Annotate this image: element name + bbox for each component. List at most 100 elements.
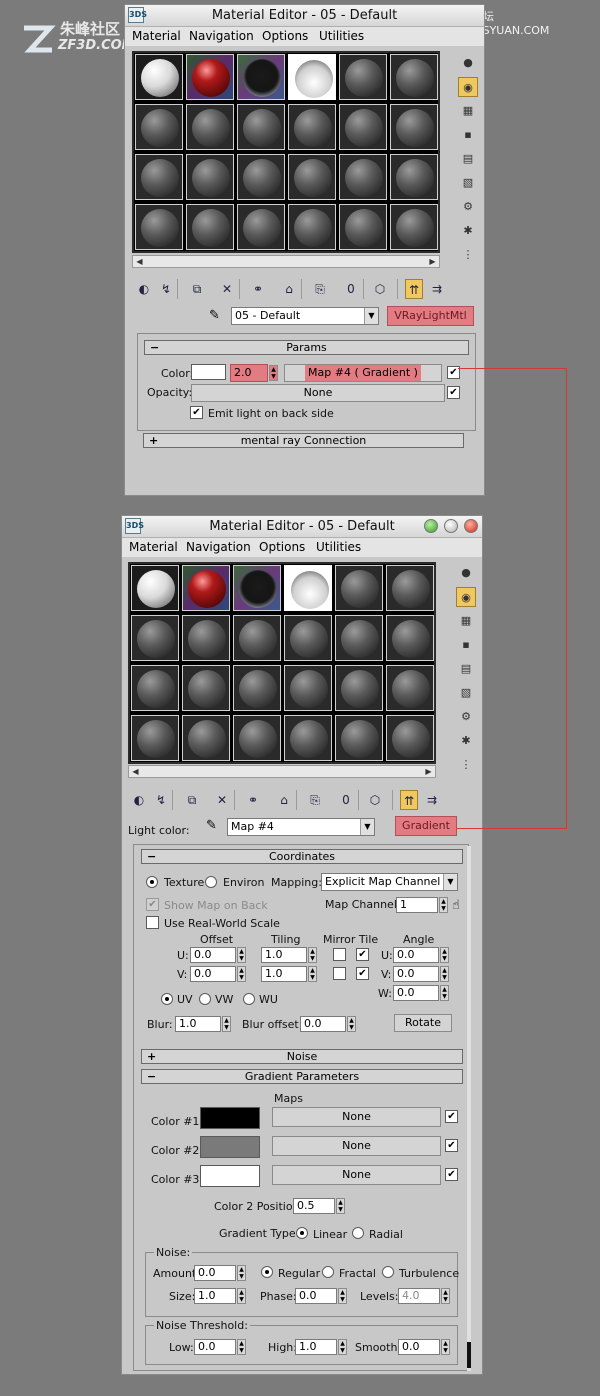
menu-options[interactable]: Options	[262, 29, 308, 43]
material-sample-slot[interactable]	[288, 104, 336, 150]
blur-spinner[interactable]: ▲ ▼	[222, 1016, 231, 1032]
map-channel-spinner[interactable]: ▲ ▼	[439, 897, 448, 913]
material-navigator-icon[interactable]: ⋮	[458, 245, 478, 265]
options-icon[interactable]: ⚙	[456, 707, 476, 727]
levels-spinner[interactable]: ▲ ▼	[441, 1288, 450, 1304]
assign-to-selection-icon[interactable]: ⧉	[183, 790, 201, 810]
material-sample-slot[interactable]	[233, 665, 281, 711]
make-preview-icon[interactable]: ▧	[458, 173, 478, 193]
color2-position-spinner[interactable]: ▲ ▼	[336, 1198, 345, 1214]
blur-offset-field[interactable]: 0.0	[300, 1016, 346, 1032]
tiling-u-spinner[interactable]: ▲ ▼	[308, 947, 317, 963]
map-channel-field[interactable]: 1	[396, 897, 438, 913]
close-button[interactable]	[464, 519, 478, 533]
tiling-v-spinner[interactable]: ▲ ▼	[308, 966, 317, 982]
color-map-button[interactable]: Map #4 ( Gradient )	[284, 364, 442, 382]
slots-horizontal-scrollbar[interactable]: ◀ ▶	[128, 765, 436, 778]
angle-w-spinner[interactable]: ▲ ▼	[440, 985, 449, 1001]
texture-radio[interactable]	[146, 876, 158, 888]
chevron-down-icon[interactable]: ▼	[360, 819, 374, 835]
material-sample-slot[interactable]	[135, 204, 183, 250]
color2-swatch[interactable]	[200, 1136, 260, 1158]
material-sample-slot[interactable]	[135, 54, 183, 100]
put-to-library-icon[interactable]: ⌂	[280, 279, 298, 299]
menu-material[interactable]: Material	[129, 540, 178, 554]
show-map-in-viewport-icon[interactable]: 0	[337, 790, 355, 810]
backlight-icon[interactable]: ◉	[458, 77, 478, 97]
material-sample-slot[interactable]	[335, 615, 383, 661]
material-sample-slot[interactable]	[237, 54, 285, 100]
select-by-material-icon[interactable]: ✱	[458, 221, 478, 241]
material-id-icon[interactable]: ⎘	[311, 279, 329, 299]
material-sample-slot[interactable]	[386, 615, 434, 661]
go-forward-icon[interactable]: ⇉	[423, 790, 441, 810]
show-end-result-icon[interactable]: ⬡	[371, 279, 389, 299]
regular-radio[interactable]	[261, 1266, 273, 1278]
get-material-icon[interactable]: ◐	[135, 279, 153, 299]
multiplier-field[interactable]: 2.0	[230, 364, 268, 382]
radial-radio[interactable]	[352, 1227, 364, 1239]
color2-map-checkbox[interactable]: ✔	[445, 1139, 458, 1152]
reset-map-icon[interactable]: ✕	[213, 790, 231, 810]
checker-background-icon[interactable]: ▦	[458, 101, 478, 121]
reset-map-icon[interactable]: ✕	[218, 279, 236, 299]
multiplier-spinner[interactable]: ▲ ▼	[269, 365, 278, 381]
material-sample-slot[interactable]	[182, 665, 230, 711]
gradient-params-rollout-header[interactable]: − Gradient Parameters	[141, 1069, 463, 1084]
video-color-check-icon[interactable]: ▤	[456, 659, 476, 679]
offset-v-spinner[interactable]: ▲ ▼	[237, 966, 246, 982]
eyedropper-icon[interactable]: ✎	[209, 308, 220, 323]
get-material-icon[interactable]: ◐	[130, 790, 148, 810]
params-rollout-header[interactable]: − Params	[144, 340, 469, 355]
material-sample-slot[interactable]	[386, 565, 434, 611]
material-sample-slot[interactable]	[284, 565, 332, 611]
video-color-check-icon[interactable]: ▤	[458, 149, 478, 169]
material-sample-slot[interactable]	[237, 104, 285, 150]
sample-uv-tiling-icon[interactable]: ▪	[458, 125, 478, 145]
light-color-swatch[interactable]	[191, 364, 226, 380]
material-sample-slot[interactable]	[390, 204, 438, 250]
menu-options[interactable]: Options	[259, 540, 305, 554]
material-sample-slot[interactable]	[390, 154, 438, 200]
size-spinner[interactable]: ▲ ▼	[237, 1288, 246, 1304]
put-to-library-icon[interactable]: ⌂	[275, 790, 293, 810]
chevron-down-icon[interactable]: ▼	[443, 874, 457, 890]
material-sample-slot[interactable]	[339, 104, 387, 150]
tiling-v-field[interactable]: 1.0	[261, 966, 307, 982]
material-sample-slot[interactable]	[237, 154, 285, 200]
high-field[interactable]: 1.0	[295, 1339, 337, 1355]
show-end-result-icon[interactable]: ⬡	[366, 790, 384, 810]
mental-ray-rollout-header[interactable]: + mental ray Connection	[143, 433, 464, 448]
noise-rollout-header[interactable]: + Noise	[141, 1049, 463, 1064]
material-type-button[interactable]: VRayLightMtl	[387, 306, 474, 326]
minimize-button[interactable]	[424, 519, 438, 533]
checker-background-icon[interactable]: ▦	[456, 611, 476, 631]
material-id-icon[interactable]: ⎘	[306, 790, 324, 810]
material-sample-slot[interactable]	[186, 154, 234, 200]
turbulence-radio[interactable]	[382, 1266, 394, 1278]
go-to-parent-icon[interactable]: ⇈	[400, 790, 418, 810]
material-sample-slot[interactable]	[182, 565, 230, 611]
mapping-combo[interactable]: Explicit Map Channel ▼	[321, 873, 458, 891]
levels-field[interactable]: 4.0	[398, 1288, 440, 1304]
material-sample-slot[interactable]	[288, 154, 336, 200]
material-sample-slot[interactable]	[386, 715, 434, 761]
offset-u-spinner[interactable]: ▲ ▼	[237, 947, 246, 963]
material-sample-slot[interactable]	[186, 204, 234, 250]
opacity-map-checkbox[interactable]: ✔	[447, 386, 460, 399]
show-map-on-back-checkbox[interactable]: ✔	[146, 898, 159, 911]
material-sample-slot[interactable]	[339, 154, 387, 200]
material-sample-slot[interactable]	[131, 715, 179, 761]
color1-swatch[interactable]	[200, 1107, 260, 1129]
assign-to-selection-icon[interactable]: ⧉	[188, 279, 206, 299]
material-sample-slot[interactable]	[233, 615, 281, 661]
angle-v-spinner[interactable]: ▲ ▼	[440, 966, 449, 982]
material-sample-slot[interactable]	[186, 104, 234, 150]
material-sample-slot[interactable]	[186, 54, 234, 100]
material-sample-slot[interactable]	[335, 665, 383, 711]
eyedropper-icon[interactable]: ✎	[206, 818, 217, 833]
material-sample-slot[interactable]	[339, 54, 387, 100]
material-sample-slot[interactable]	[237, 204, 285, 250]
phase-spinner[interactable]: ▲ ▼	[338, 1288, 347, 1304]
chevron-down-icon[interactable]: ▼	[364, 308, 378, 324]
